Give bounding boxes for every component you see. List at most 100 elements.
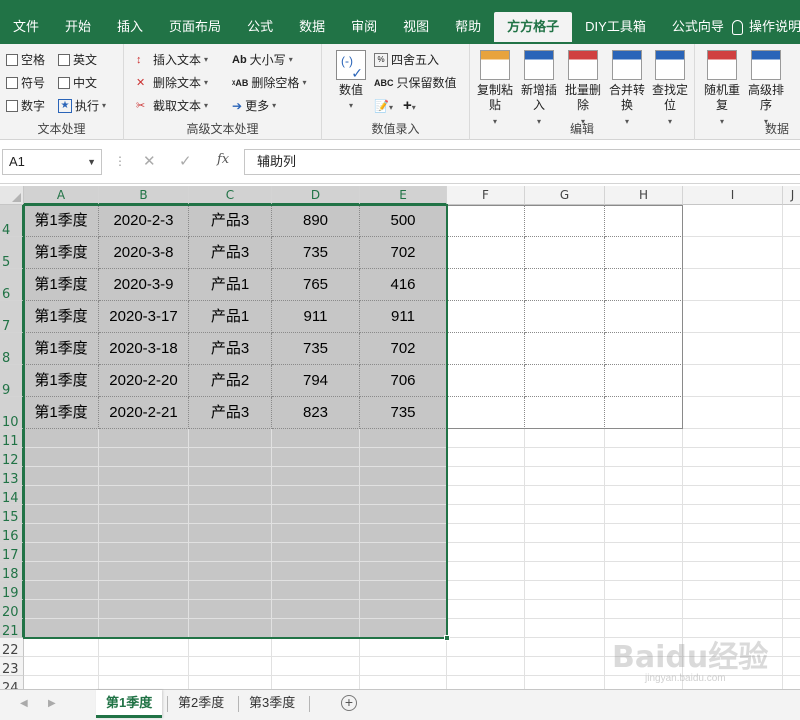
formula-input[interactable]: 辅助列 — [244, 149, 800, 175]
table-cell[interactable] — [525, 301, 605, 333]
table-cell[interactable] — [605, 600, 683, 619]
table-cell[interactable] — [783, 237, 800, 269]
add-sheet-button[interactable]: + — [341, 695, 357, 711]
table-cell[interactable] — [360, 448, 447, 467]
table-cell[interactable] — [783, 524, 800, 543]
table-cell[interactable]: 产品3 — [189, 237, 272, 269]
table-cell[interactable] — [525, 600, 605, 619]
table-cell[interactable] — [605, 365, 683, 397]
batch-delete-button[interactable]: 批量删除 ▾ — [562, 48, 604, 129]
table-cell[interactable] — [360, 581, 447, 600]
row-header[interactable]: 24 — [0, 676, 24, 689]
find-locate-button[interactable]: 查找定位 ▾ — [649, 48, 691, 129]
plus-icon[interactable]: +▾ — [403, 97, 416, 114]
table-cell[interactable] — [783, 467, 800, 486]
table-cell[interactable] — [24, 600, 99, 619]
table-cell[interactable] — [24, 448, 99, 467]
table-cell[interactable] — [24, 657, 99, 676]
table-cell[interactable]: 823 — [272, 397, 360, 429]
row-header[interactable]: 13 — [0, 467, 24, 487]
column-header[interactable]: B — [99, 186, 189, 205]
row-header[interactable]: 11 — [0, 429, 24, 449]
column-header[interactable]: A — [24, 186, 99, 205]
table-cell[interactable]: 产品1 — [189, 301, 272, 333]
column-header[interactable]: I — [683, 186, 783, 205]
ribbon-tab[interactable]: 开始 — [52, 12, 104, 42]
insert-text-button[interactable]: ↕ 插入文本 ▾ — [136, 51, 208, 68]
ribbon-tab[interactable]: 插入 — [104, 12, 156, 42]
table-cell[interactable] — [99, 505, 189, 524]
table-cell[interactable]: 产品1 — [189, 269, 272, 301]
table-cell[interactable] — [683, 467, 783, 486]
table-cell[interactable] — [272, 505, 360, 524]
table-cell[interactable] — [189, 619, 272, 638]
table-cell[interactable]: 2020-2-3 — [99, 205, 189, 237]
table-cell[interactable] — [272, 638, 360, 657]
table-cell[interactable] — [447, 486, 525, 505]
tell-me-search[interactable]: 操作说明 — [732, 12, 800, 42]
table-cell[interactable] — [447, 619, 525, 638]
table-cell[interactable] — [525, 333, 605, 365]
random-repeat-button[interactable]: 随机重复 ▾ — [701, 48, 743, 129]
row-header[interactable]: 21 — [0, 619, 24, 639]
table-cell[interactable] — [360, 524, 447, 543]
table-cell[interactable] — [24, 524, 99, 543]
table-cell[interactable] — [605, 543, 683, 562]
column-header[interactable]: D — [272, 186, 360, 205]
row-header[interactable]: 17 — [0, 543, 24, 563]
table-cell[interactable] — [24, 562, 99, 581]
table-cell[interactable] — [783, 205, 800, 237]
table-cell[interactable] — [99, 524, 189, 543]
column-header[interactable]: H — [605, 186, 683, 205]
table-cell[interactable] — [189, 638, 272, 657]
table-cell[interactable] — [272, 448, 360, 467]
table-cell[interactable] — [783, 619, 800, 638]
table-cell[interactable]: 第1季度 — [24, 301, 99, 333]
table-cell[interactable] — [24, 467, 99, 486]
table-cell[interactable] — [189, 562, 272, 581]
table-cell[interactable] — [605, 505, 683, 524]
table-cell[interactable] — [525, 467, 605, 486]
table-cell[interactable] — [24, 638, 99, 657]
table-cell[interactable] — [783, 365, 800, 397]
row-header[interactable]: 6 — [0, 269, 24, 302]
sheet-tab[interactable]: 第1季度 — [96, 690, 163, 718]
table-cell[interactable]: 911 — [272, 301, 360, 333]
table-cell[interactable] — [605, 333, 683, 365]
table-cell[interactable]: 702 — [360, 237, 447, 269]
ribbon-tab[interactable]: 页面布局 — [156, 12, 234, 42]
table-cell[interactable] — [783, 562, 800, 581]
table-cell[interactable] — [447, 237, 525, 269]
table-cell[interactable] — [447, 301, 525, 333]
table-cell[interactable] — [360, 619, 447, 638]
table-cell[interactable] — [272, 429, 360, 448]
table-cell[interactable] — [24, 676, 99, 689]
keep-value-button[interactable]: ABC 只保留数值 — [374, 74, 457, 91]
table-cell[interactable] — [447, 467, 525, 486]
advanced-sort-button[interactable]: 高级排序 ▾ — [745, 48, 787, 129]
table-cell[interactable] — [272, 524, 360, 543]
ribbon-tab[interactable]: 方方格子 — [494, 12, 573, 42]
table-cell[interactable] — [683, 562, 783, 581]
table-cell[interactable]: 2020-2-21 — [99, 397, 189, 429]
extract-text-button[interactable]: ✂ 截取文本 ▾ — [136, 97, 208, 114]
row-header[interactable]: 4 — [0, 205, 24, 238]
checkbox-chinese[interactable]: 中文 — [58, 74, 97, 91]
drag-handle-icon[interactable]: ⋮ — [114, 154, 126, 168]
value-button[interactable]: (-) ✓ 数值 ▾ — [330, 48, 372, 113]
table-cell[interactable] — [447, 562, 525, 581]
table-cell[interactable] — [447, 397, 525, 429]
table-cell[interactable] — [683, 365, 783, 397]
table-cell[interactable] — [525, 562, 605, 581]
table-cell[interactable] — [605, 237, 683, 269]
column-header[interactable]: G — [525, 186, 605, 205]
table-cell[interactable] — [447, 543, 525, 562]
table-cell[interactable] — [24, 581, 99, 600]
table-cell[interactable] — [447, 524, 525, 543]
table-cell[interactable]: 第1季度 — [24, 397, 99, 429]
table-cell[interactable] — [525, 365, 605, 397]
table-cell[interactable] — [783, 397, 800, 429]
table-cell[interactable] — [24, 505, 99, 524]
table-cell[interactable]: 第1季度 — [24, 269, 99, 301]
table-cell[interactable] — [189, 467, 272, 486]
